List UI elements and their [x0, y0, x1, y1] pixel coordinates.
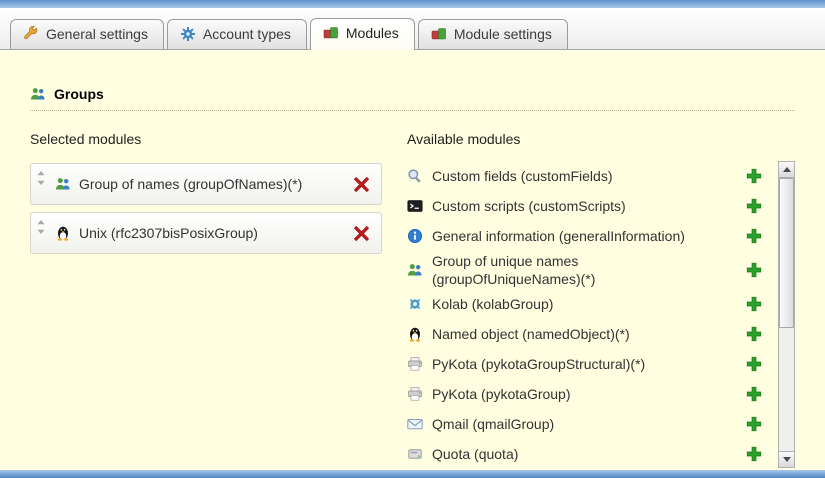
printer-icon: [407, 356, 423, 372]
scroll-down-button[interactable]: [779, 451, 794, 467]
available-module-label: Custom scripts (customScripts): [432, 197, 626, 215]
magnifier-icon: [407, 168, 423, 184]
plus-icon: [746, 228, 764, 244]
gears-icon: [180, 26, 196, 42]
available-module-label: General information (generalInformation): [432, 227, 685, 245]
available-module-row: Quota (quota): [407, 439, 778, 468]
group-icon: [55, 176, 71, 192]
available-module-row: General information (generalInformation): [407, 221, 778, 251]
tab-general-settings[interactable]: General settings: [10, 19, 164, 49]
available-module-label: PyKota (pykotaGroup): [432, 385, 571, 403]
available-module-label: Kolab (kolabGroup): [432, 295, 553, 313]
selected-module-row[interactable]: Unix (rfc2307bisPosixGroup): [30, 212, 382, 254]
remove-module-button[interactable]: [353, 175, 371, 193]
available-module-row: PyKota (pykotaGroup): [407, 379, 778, 409]
arrow-down-icon: [783, 457, 791, 462]
printer-icon: [407, 386, 423, 402]
modules-panel: Groups Selected modules Group of names (…: [0, 50, 825, 470]
bottom-accent-bar: [0, 470, 825, 478]
available-module-label: Qmail (qmailGroup): [432, 415, 554, 433]
add-module-button[interactable]: [746, 261, 764, 279]
tab-account-types[interactable]: Account types: [167, 19, 307, 49]
groups-icon: [30, 86, 46, 102]
scroll-up-button[interactable]: [779, 162, 794, 178]
plus-icon: [746, 326, 764, 342]
arrow-up-icon: [783, 167, 791, 172]
plus-icon: [746, 262, 764, 278]
modules-icon: [431, 26, 447, 42]
selected-module-label: Unix (rfc2307bisPosixGroup): [79, 225, 353, 241]
add-module-button[interactable]: [746, 167, 764, 185]
add-module-button[interactable]: [746, 197, 764, 215]
scrollbar[interactable]: [778, 161, 795, 468]
selected-module-label: Group of names (groupOfNames)(*): [79, 176, 353, 192]
lam-config-window: General settings Account types Modules M…: [0, 0, 825, 478]
script-icon: [407, 198, 423, 214]
available-module-row: Custom scripts (customScripts): [407, 191, 778, 221]
add-module-button[interactable]: [746, 415, 764, 433]
add-module-button[interactable]: [746, 227, 764, 245]
quota-icon: [407, 446, 423, 462]
selected-modules-panel: Selected modules Group of names (groupOf…: [30, 131, 382, 261]
tux-icon: [407, 326, 423, 342]
available-module-label: Named object (namedObject)(*): [432, 325, 630, 343]
plus-icon: [746, 416, 764, 432]
available-module-row: PyKota (pykotaGroupStructural)(*): [407, 349, 778, 379]
available-module-row: Named object (namedObject)(*): [407, 319, 778, 349]
tab-bar: General settings Account types Modules M…: [0, 8, 825, 50]
available-module-row: Group of unique names (groupOfUniqueName…: [407, 251, 778, 289]
tux-icon: [55, 225, 71, 241]
add-module-button[interactable]: [746, 355, 764, 373]
available-module-label: Custom fields (customFields): [432, 167, 613, 185]
wrench-icon: [23, 26, 39, 42]
plus-icon: [746, 356, 764, 372]
group-icon: [407, 262, 423, 278]
delete-icon: [353, 225, 371, 242]
section-title: Groups: [54, 86, 104, 102]
scrollbar-thumb[interactable]: [779, 178, 794, 328]
plus-icon: [746, 296, 764, 312]
kolab-icon: [407, 296, 423, 312]
plus-icon: [746, 168, 764, 184]
info-icon: [407, 228, 423, 244]
plus-icon: [746, 198, 764, 214]
available-module-row: Qmail (qmailGroup): [407, 409, 778, 439]
add-module-button[interactable]: [746, 445, 764, 463]
mail-icon: [407, 416, 423, 432]
tab-label: Module settings: [454, 26, 552, 42]
available-module-row: Kolab (kolabGroup): [407, 289, 778, 319]
add-module-button[interactable]: [746, 385, 764, 403]
available-module-label: Group of unique names (groupOfUniqueName…: [432, 252, 595, 288]
add-module-button[interactable]: [746, 325, 764, 343]
tab-label: General settings: [46, 26, 148, 42]
drag-handle-icon[interactable]: [37, 171, 47, 187]
tab-label: Account types: [203, 26, 291, 42]
selected-modules-heading: Selected modules: [30, 131, 382, 147]
scrollbar-track[interactable]: [779, 178, 794, 451]
available-modules-panel: Available modules Custom fields (customF…: [407, 131, 795, 468]
drag-handle-icon[interactable]: [37, 220, 47, 236]
available-module-label: Quota (quota): [432, 445, 518, 463]
available-modules-list: Custom fields (customFields) Custom scri…: [407, 161, 778, 468]
plus-icon: [746, 386, 764, 402]
plus-icon: [746, 446, 764, 462]
available-module-row: Custom fields (customFields): [407, 161, 778, 191]
add-module-button[interactable]: [746, 295, 764, 313]
available-modules-heading: Available modules: [407, 131, 795, 147]
tab-module-settings[interactable]: Module settings: [418, 19, 568, 49]
remove-module-button[interactable]: [353, 224, 371, 242]
top-accent-bar: [0, 0, 825, 8]
tab-label: Modules: [346, 25, 399, 41]
section-heading-groups: Groups: [30, 86, 795, 111]
tab-modules[interactable]: Modules: [310, 18, 415, 50]
delete-icon: [353, 176, 371, 193]
selected-module-row[interactable]: Group of names (groupOfNames)(*): [30, 163, 382, 205]
modules-icon: [323, 25, 339, 41]
available-module-label: PyKota (pykotaGroupStructural)(*): [432, 355, 645, 373]
